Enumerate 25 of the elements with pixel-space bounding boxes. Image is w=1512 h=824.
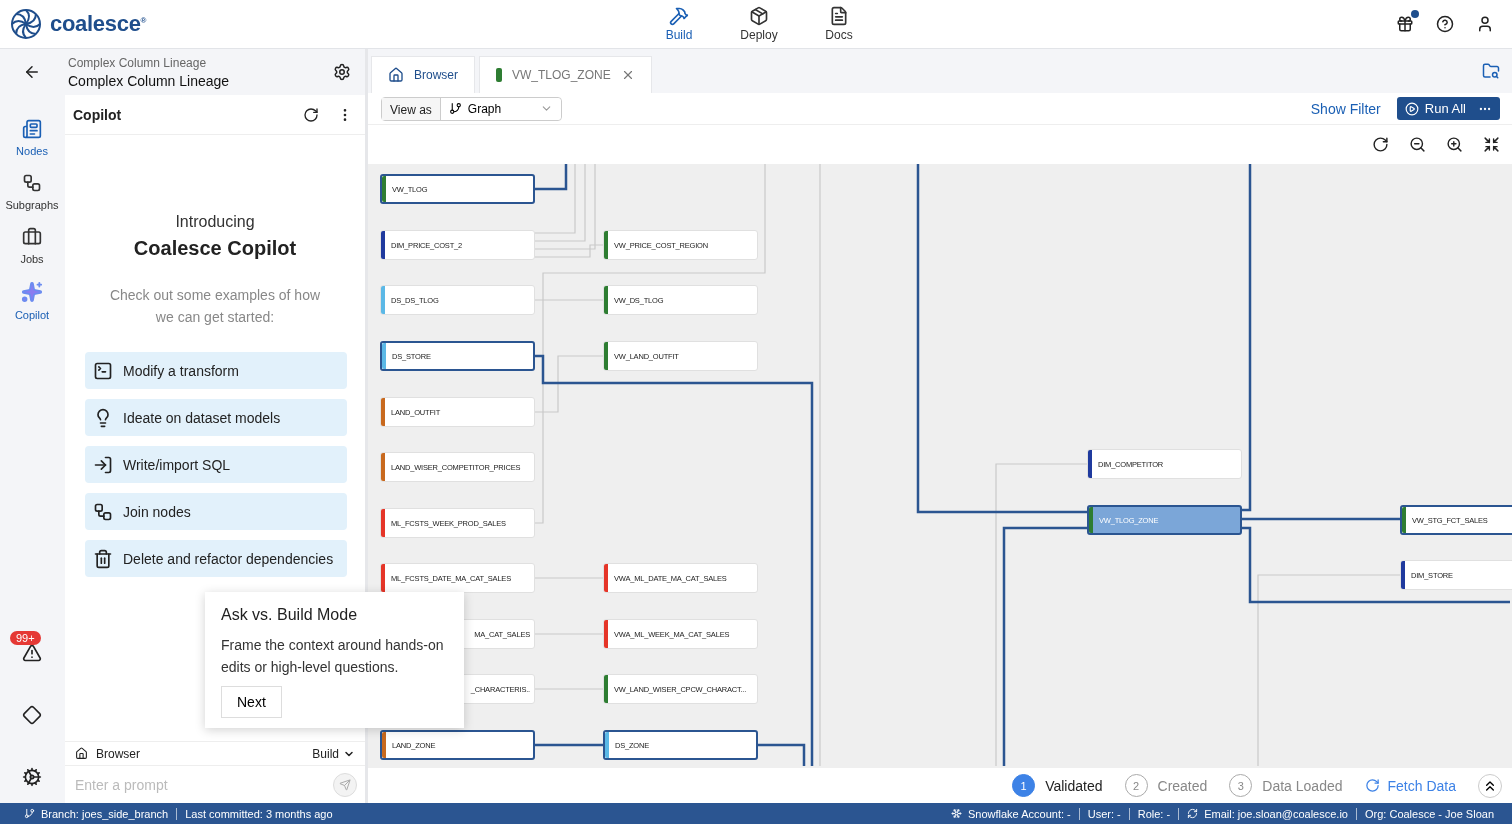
logo-wordmark: coalesce$^{®}$ [50,11,147,37]
count-badge: 99+ [10,631,41,645]
step-number: 1 [1012,774,1036,797]
status-text: Branch: joes_side_branch [41,807,169,820]
status-text: Last committed: 3 months ago [185,807,333,820]
status-text: Role: - [1137,807,1171,820]
project-title: Complex Column Lineage [68,72,231,89]
intro-text: Introducing [175,213,255,231]
step-label: Data Loaded [1262,777,1343,794]
context-label: Browser [96,746,141,761]
tooltip-text: Frame the context around hands-on edits or high-level questions. [221,636,445,677]
tooltip-title: Ask vs. Build Mode [221,606,359,624]
panel-title: Copilot [73,106,123,123]
step-label: Validated [1045,777,1103,794]
status-text: Email: joe.sloan@coalesce.io [1204,807,1348,820]
intro-description: Check out some examples of how we can get started: [108,286,322,327]
step-number: 2 [1124,774,1148,797]
view-as-label: View as [382,97,441,120]
step-label: Created [1157,777,1208,794]
status-text: User: - [1087,807,1121,820]
intro-heading: Coalesce Copilot [133,237,297,260]
status-text: Org: Coalesce - Joe Sloan [1365,807,1494,820]
step-number: 3 [1229,774,1253,797]
breadcrumb: Complex Column Lineage [68,55,208,70]
status-text: Snowflake Account: - [968,807,1071,820]
